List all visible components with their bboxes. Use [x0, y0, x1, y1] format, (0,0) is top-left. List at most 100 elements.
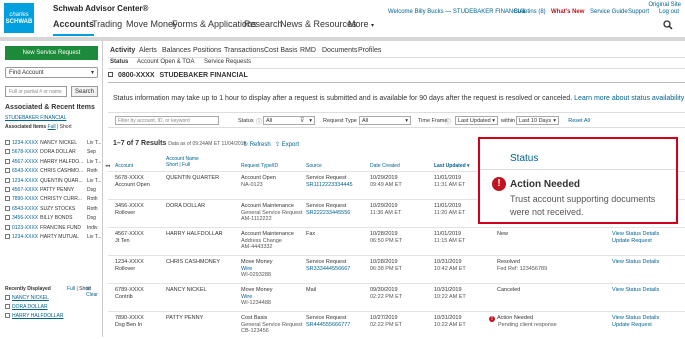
tab-service-requests[interactable]: Service Requests — [204, 59, 251, 65]
list-item[interactable]: 6543-XXXX SUZY STOCKS Roth — [5, 205, 101, 215]
tab-balances[interactable]: Balances — [162, 47, 191, 54]
learn-more-link[interactable]: Learn more about status availability — [574, 95, 684, 102]
within-select[interactable]: Last 10 Days ▾ — [516, 116, 559, 125]
recent-item[interactable]: DORA DOLLAR — [5, 303, 101, 313]
account-type: Dsg Ben In — [115, 321, 143, 328]
list-item[interactable]: 4567-XXXX PATTY PENNY Dsg — [5, 186, 101, 196]
table-row[interactable]: 7890-XXXX Dsg Ben In PATTY PENNY Cost Bas… — [108, 311, 685, 339]
source-id-link[interactable]: SR222233445556 — [306, 210, 350, 217]
associated-full-link[interactable]: Full — [48, 124, 56, 130]
tab-status[interactable]: Status — [110, 59, 128, 65]
tab-cost-basis[interactable]: Cost Basis — [264, 47, 297, 54]
export-icon: ⇪ — [275, 142, 281, 148]
reset-all-link[interactable]: Reset All — [568, 118, 590, 124]
find-account-select[interactable]: Find Account ▾ — [5, 67, 98, 78]
column-header-account-name[interactable]: Account Name Short | Full — [166, 156, 199, 168]
update-request-link[interactable]: Update Request — [612, 238, 659, 245]
source-id-link[interactable]: SR444555666777 — [306, 322, 350, 329]
row-actions: View Status Details Update Request — [612, 315, 659, 328]
bulletins-link[interactable]: Bulletins (8) — [514, 9, 546, 15]
tab-documents[interactable]: Documents — [322, 47, 357, 54]
view-status-details-link[interactable]: View Status Details — [612, 287, 659, 294]
account-number: 1234-XXXX — [12, 233, 39, 240]
updated-time: 11:15 AM ET — [434, 237, 466, 244]
nav-more[interactable]: More ▾ — [348, 19, 374, 29]
filter-search-input[interactable]: Filter by account, ID, or keyword — [115, 116, 219, 125]
tab-profiles[interactable]: Profiles — [358, 47, 381, 54]
support-link[interactable]: Support — [628, 9, 649, 15]
service-guide-link[interactable]: Service Guide — [590, 9, 628, 15]
list-item[interactable]: 3456-XXXX BILLY BONDS Dsg — [5, 215, 101, 224]
collapse-sidebar-icon[interactable]: ◂◂ — [105, 163, 110, 169]
list-item[interactable]: 0123-XXXX FRANCINE FUND Indiv — [5, 224, 101, 234]
list-item[interactable]: 7890-XXXX CHRISTY CURR... Roth — [5, 196, 101, 205]
new-service-request-button[interactable]: New Service Request — [5, 46, 98, 60]
filter-bar: Filter by account, ID, or keyword Status… — [108, 112, 685, 128]
search-icon[interactable] — [663, 20, 673, 30]
list-item[interactable]: 1234-XXXX NANCY NICKEL Liv T... — [5, 140, 101, 149]
source-id-link[interactable]: SR333444556667 — [306, 266, 350, 273]
time-frame-select[interactable]: Last Updated ▾ — [455, 116, 498, 125]
list-item[interactable]: 4567-XXXX HARRY HALFDO... Liv T... — [5, 158, 101, 168]
app-title: Schwab Advisor Center® — [53, 4, 149, 13]
table-row[interactable]: 1234-XXXX Rollover CHRIS CASHMONEY Move M… — [108, 255, 685, 283]
alert-icon: ! — [489, 316, 495, 322]
find-account-input[interactable]: Full or partial # or name — [5, 86, 67, 97]
list-item[interactable]: 6543-XXXX CHRIS CASHMO... Roth — [5, 168, 101, 177]
tab-account-open-toa[interactable]: Account Open & TOA — [137, 59, 194, 65]
list-item[interactable]: 5678-XXXX DORA DOLLAR Sep — [5, 149, 101, 158]
column-header-date-created[interactable]: Date Created — [370, 163, 400, 169]
column-header-request-type[interactable]: Request Type/ID — [241, 163, 278, 169]
tab-transactions[interactable]: Transactions — [224, 47, 264, 54]
row-last-updated: 10/31/2019 10:22 AM ET — [434, 287, 466, 300]
export-button[interactable]: ⇪ Export — [275, 141, 299, 148]
nav-research[interactable]: Research — [244, 19, 283, 29]
request-id: CB-123456 — [241, 328, 269, 334]
list-item[interactable]: 1234-XXXX QUENTIN QUAR... Liv T... — [5, 177, 101, 187]
recent-item[interactable]: NANCY NICKEL — [5, 295, 101, 304]
nav-trading[interactable]: Trading — [92, 19, 122, 29]
whats-new-link[interactable]: What's New — [551, 9, 584, 15]
row-request-type: Move Money Wire WI-0293288 — [241, 259, 273, 279]
table-row[interactable]: 6789-XXXX Contrib NANCY NICKEL Move Money… — [108, 283, 685, 311]
account-number: 7890-XXXX — [115, 315, 144, 321]
table-row[interactable]: 4567-XXXX Jt Ten HARRY HALFDOLLAR Account… — [108, 227, 685, 255]
update-request-link[interactable]: Update Request — [612, 322, 659, 329]
associated-short-link[interactable]: Short — [60, 124, 72, 130]
row-request-type: Account Maintenance Address Change AM-4443… — [241, 231, 294, 251]
status-filter-select[interactable]: All ▾ — [263, 116, 315, 125]
tab-alerts[interactable]: Alerts — [139, 47, 157, 54]
recent-full-link[interactable]: Full — [67, 286, 75, 292]
recent-item-label: DORA DOLLAR — [12, 303, 48, 310]
row-status: Resolved Fed Ref: 123456789 — [497, 259, 547, 272]
schwab-logo[interactable]: charles SCHWAB — [4, 3, 34, 33]
nav-accounts[interactable]: Accounts — [53, 19, 95, 36]
tab-rmd[interactable]: RMD — [300, 47, 316, 54]
column-header-source[interactable]: Source — [306, 163, 322, 169]
original-site-link[interactable]: Original Site — [648, 2, 681, 8]
source-id-link[interactable]: SR1112223334445 — [306, 182, 353, 189]
account-firm: STUDEBAKER FINANCIAL — [159, 72, 248, 79]
column-header-last-updated[interactable]: Last Updated ▾ — [434, 163, 470, 169]
request-type: Account Open — [241, 175, 276, 181]
column-header-account[interactable]: Account — [115, 163, 133, 169]
logout-link[interactable]: Log out — [659, 9, 679, 15]
filter-icon[interactable]: ⊽ — [300, 117, 304, 124]
search-button[interactable]: Search — [71, 86, 98, 97]
view-status-details-link[interactable]: View Status Details — [612, 315, 659, 322]
nav-news-resources[interactable]: News & Resources — [280, 19, 357, 29]
tab-activity[interactable]: Activity — [110, 47, 135, 54]
request-type-select[interactable]: All ▾ — [359, 116, 411, 125]
list-item[interactable]: 1234-XXXX HARTY MUTUAL Liv T... — [5, 233, 101, 243]
view-status-details-link[interactable]: View Status Details — [612, 259, 659, 266]
account-number: 7890-XXXX — [12, 196, 39, 203]
refresh-button[interactable]: ↻ Refresh — [243, 141, 271, 148]
nav-move-money[interactable]: Move Money — [126, 19, 178, 29]
view-status-details-link[interactable]: View Status Details — [612, 231, 659, 238]
account-number: 1234-XXXX — [12, 140, 39, 146]
recent-item[interactable]: HARRY HALFDOLLAR — [5, 312, 101, 322]
associated-firm-link[interactable]: STUDEBAKER FINANCIAL — [5, 115, 66, 121]
tab-positions[interactable]: Positions — [193, 47, 221, 54]
status-callout: Status ! Action Needed Trust account sup… — [478, 137, 678, 224]
request-type: Account Maintenance — [241, 231, 294, 237]
